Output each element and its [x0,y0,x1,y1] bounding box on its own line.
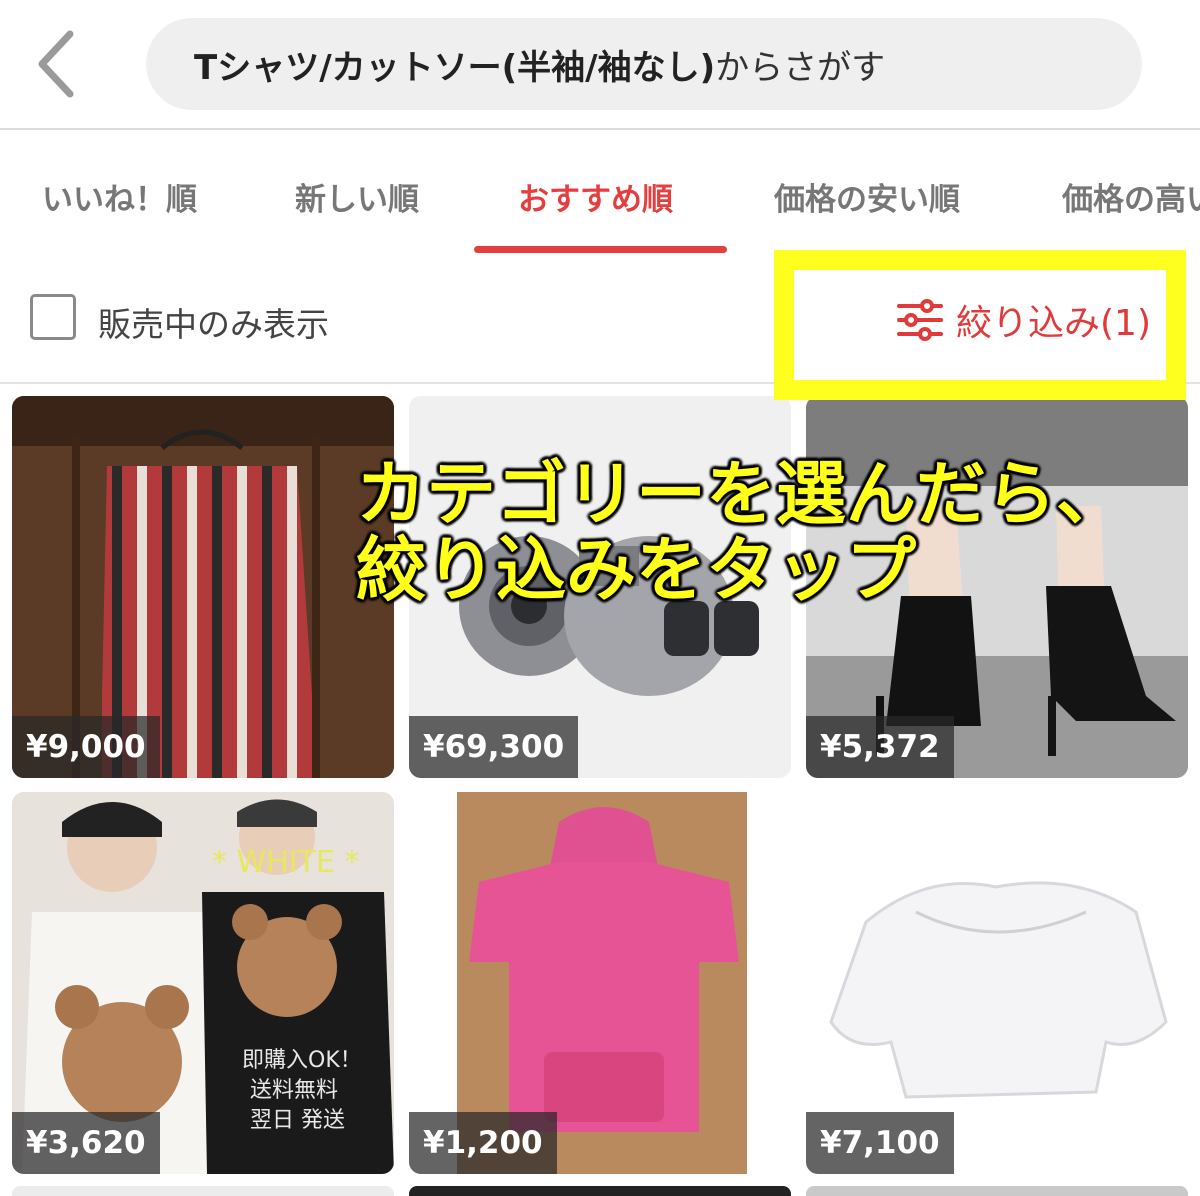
product-price: ¥69,300 [409,716,579,778]
product-card[interactable]: ¥7,100 [806,792,1188,1174]
bear-overlay-1: 即購入OK！ [242,1048,362,1073]
product-card-peek [806,1186,1188,1196]
product-price: ¥9,000 [12,716,160,778]
product-card[interactable]: ¥1,200 [409,792,791,1174]
bear-overlay-white: * WHITE * [212,845,359,880]
search-query: Tシャツ/カットソー(半袖/袖なし) [194,47,716,88]
product-price: ¥7,100 [806,1112,954,1174]
product-card[interactable]: ¥69,300 [409,396,791,778]
on-sale-only-label: 販売中のみ表示 [98,305,329,344]
tab-price-low[interactable]: 価格の安い順 [774,174,960,219]
refine-label: 絞り込み(1) [956,303,1151,344]
back-button[interactable] [30,28,90,100]
product-price: ¥5,372 [806,716,954,778]
refine-button[interactable]: 絞り込み(1) [896,292,1151,348]
product-price: ¥1,200 [409,1112,557,1174]
filter-row: 販売中のみ表示 絞り込み(1) [0,262,1200,384]
active-tab-indicator [474,246,727,253]
sliders-icon [897,299,943,341]
search-bar[interactable]: Tシャツ/カットソー(半袖/袖なし) からさがす [146,18,1142,110]
bear-overlay-2: 送料無料 [250,1078,338,1103]
tab-newest[interactable]: 新しい順 [295,174,419,219]
on-sale-only-checkbox[interactable] [30,294,76,340]
chevron-left-icon [38,30,74,98]
product-card[interactable]: ¥9,000 [12,396,394,778]
tab-recommended[interactable]: おすすめ順 [518,174,673,219]
product-card-peek [409,1186,791,1196]
product-card[interactable]: * WHITE * 即購入OK！ 送料無料 翌日 発送 ¥3,620 [12,792,394,1174]
bear-overlay-3: 翌日 発送 [250,1108,345,1133]
tab-price-high[interactable]: 価格の高い順 [1062,174,1200,219]
product-card-peek [12,1186,394,1196]
tab-likes[interactable]: いいね！順 [42,174,197,219]
app-header: Tシャツ/カットソー(半袖/袖なし) からさがす [0,0,1200,130]
product-card[interactable]: ¥5,372 [806,396,1188,778]
sort-tabs: いいね！順 新しい順 おすすめ順 価格の安い順 価格の高い順 [0,130,1200,258]
search-suffix: からさがす [715,47,886,88]
product-price: ¥3,620 [12,1112,160,1174]
